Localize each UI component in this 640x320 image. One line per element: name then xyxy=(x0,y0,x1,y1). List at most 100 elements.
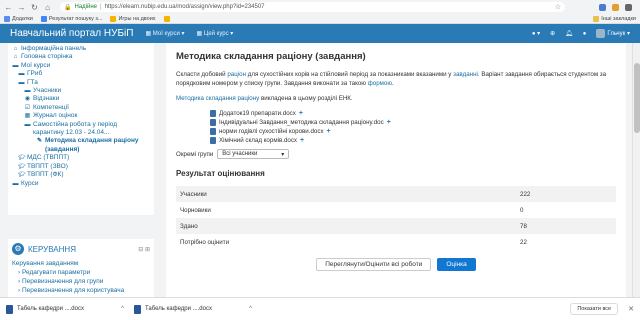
nav-my-courses[interactable]: ▬ Мої курси xyxy=(12,62,150,70)
main-content: Методика складання раціону (завдання) Ск… xyxy=(166,43,626,297)
bookmark-games[interactable]: Игры на двоих xyxy=(110,15,156,22)
nav-courses[interactable]: ▬ Курси xyxy=(12,180,150,188)
badge-icon: ◉ xyxy=(24,96,31,103)
nav-course-mds[interactable]: 🎓︎ МДС (ТВППТ) xyxy=(18,154,150,162)
folder-icon: ▬ xyxy=(12,62,19,69)
word-file-icon xyxy=(210,110,216,117)
groups-select[interactable]: Всі учасники ▾ xyxy=(217,149,290,159)
download-item[interactable]: Табель кафедри ....docx ^ xyxy=(134,304,252,314)
nav-competencies[interactable]: ☑ Компетенції xyxy=(24,104,150,112)
downloads-bar: Табель кафедри ....docx ^ Табель кафедри… xyxy=(0,297,640,320)
file-item[interactable]: Хімічний склад кормів.docx + xyxy=(210,136,616,145)
chevron-up-icon[interactable]: ^ xyxy=(121,306,124,312)
toggle-icon[interactable]: ● ▾ xyxy=(532,30,540,37)
view-all-submissions-button[interactable]: Переглянути/Оцінити всі роботи xyxy=(316,258,432,271)
nav-course-gta[interactable]: ▬ ГТа xyxy=(18,79,150,87)
plus-icon[interactable]: + xyxy=(299,109,303,118)
extension-icon[interactable] xyxy=(599,3,606,11)
extension-icon[interactable] xyxy=(612,3,619,11)
star-icon[interactable]: ☆ xyxy=(555,3,561,11)
site-navbar: Навчальний портал НУБіП ▦ Мої курси ▾ ▦ … xyxy=(0,24,640,43)
nav-grades[interactable]: ▦ Журнал оцінок xyxy=(24,112,150,120)
grades-icon: ▦ xyxy=(24,113,31,120)
nav-home[interactable]: ⌂ Головна сторінка xyxy=(12,53,150,61)
folder-icon: ▬ xyxy=(24,88,31,95)
file-item[interactable]: Індивідуальні Завдання_методика складанн… xyxy=(210,118,616,127)
search-icon[interactable]: ⊕ xyxy=(550,30,555,37)
groups-label: Окремі групи xyxy=(176,150,214,158)
grading-actions: Переглянути/Оцінити всі роботи Оцінка xyxy=(176,258,616,271)
administration-header: ⚙ КЕРУВАННЯ ⊟ ⊞ xyxy=(12,243,150,255)
bookmark-search[interactable]: Результат пошуку з... xyxy=(40,15,102,22)
bookmark-apps[interactable]: Додатки xyxy=(4,15,33,22)
gear-icon: ⚙ xyxy=(12,243,24,255)
plus-icon[interactable]: + xyxy=(327,127,331,136)
plus-icon[interactable]: + xyxy=(300,136,304,145)
word-file-icon xyxy=(6,304,13,314)
link-ration[interactable]: раціон xyxy=(227,71,246,78)
home-icon: ⌂ xyxy=(13,46,18,52)
folder-icon: ▬ xyxy=(18,79,25,86)
url-text: https://elearn.nubip.edu.ua/mod/assign/v… xyxy=(104,4,265,10)
link-method[interactable]: Методика складання раціону xyxy=(176,95,259,102)
bookmark-other[interactable]: Інші закладки xyxy=(593,15,636,22)
nav-course-grib[interactable]: ▬ ГРиб xyxy=(18,70,150,78)
administration-block: ⚙ КЕРУВАННЯ ⊟ ⊞ Керування завданням › Ре… xyxy=(8,239,154,297)
nav-course-tvppt-fk[interactable]: 🎓︎ ТВППТ (ФК) xyxy=(18,171,150,179)
grading-summary-table: Учасники 222 Чорновики 0 Здано 78 Потрібно … xyxy=(176,186,616,250)
chevron-down-icon: ▾ xyxy=(281,151,285,158)
close-icon[interactable]: ✕ xyxy=(628,305,634,313)
link-form[interactable]: формою xyxy=(368,80,392,87)
file-item[interactable]: Додаток19 препарати.docx + xyxy=(210,109,616,118)
site-title[interactable]: Навчальний портал НУБіП xyxy=(10,28,133,39)
grade-button[interactable]: Оцінка xyxy=(437,258,476,271)
check-icon: ☑ xyxy=(24,104,31,111)
link-task[interactable]: завданні xyxy=(453,71,478,78)
secure-label: Надійне xyxy=(74,4,97,10)
course-icon: 🎓︎ xyxy=(18,163,26,170)
reload-icon[interactable]: ↻ xyxy=(30,3,39,12)
show-all-downloads-button[interactable]: Показати все xyxy=(570,303,619,315)
back-icon[interactable]: ← xyxy=(4,3,13,12)
download-item[interactable]: Табель кафедри ....docx ^ xyxy=(6,304,124,314)
menu-my-courses[interactable]: ▦ Мої курси ▾ xyxy=(145,30,184,37)
notifications-icon[interactable]: 🔔︎ xyxy=(565,30,573,37)
folder-icon: ▬ xyxy=(24,121,31,128)
word-file-icon xyxy=(210,137,216,144)
home-icon: ⌂ xyxy=(13,54,18,61)
user-menu[interactable]: Гльчук ▾ xyxy=(596,29,630,38)
admin-item[interactable]: › Перевизначення для групи xyxy=(12,277,150,286)
admin-item[interactable]: › Перевизначення для користувача xyxy=(12,286,150,295)
admin-item[interactable]: › Редагувати параметри xyxy=(12,268,150,277)
scrollbar-thumb[interactable] xyxy=(634,63,640,133)
method-note: Методика складання раціону викладена в ц… xyxy=(176,95,353,102)
avatar xyxy=(596,29,606,38)
bookmarks-bar: Додатки Результат пошуку з... Игры на дв… xyxy=(0,14,640,24)
assignment-intro: Скласти добовий раціон для сухостійних к… xyxy=(176,71,607,87)
nav-section-quarantine[interactable]: ▬ Самостійна робота у період карантину 12… xyxy=(24,121,144,138)
plus-icon[interactable]: + xyxy=(387,118,391,127)
home-icon[interactable]: ⌂ xyxy=(43,3,52,12)
sidebar: ⌂ Інформаційна панель ⌂ Головна сторінка ▬… xyxy=(0,43,160,297)
messages-icon[interactable]: ● xyxy=(583,31,587,37)
assign-icon: ✎ xyxy=(36,138,43,145)
chevron-up-icon[interactable]: ^ xyxy=(249,306,252,312)
menu-this-course[interactable]: ▦ Цей курс ▾ xyxy=(197,30,234,37)
block-controls-icon[interactable]: ⊟ ⊞ xyxy=(138,246,150,253)
page-title: Методика складання раціону (завдання) xyxy=(176,51,366,62)
administration-title: КЕРУВАННЯ xyxy=(28,244,76,254)
table-row: Потрібно оцінити 22 xyxy=(180,238,527,246)
navigation-block: ⌂ Інформаційна панель ⌂ Головна сторінка ▬… xyxy=(8,43,154,215)
forward-icon[interactable]: → xyxy=(17,3,26,12)
bookmark-extra[interactable] xyxy=(163,15,170,22)
nav-course-tvppt-zvo[interactable]: 🎓︎ ТВППТ (ЗВО) xyxy=(18,163,150,171)
admin-item[interactable]: Керування завданням xyxy=(12,259,150,268)
nav-current-assignment[interactable]: ✎ Методика складання раціону (завдання) xyxy=(36,137,140,154)
address-bar[interactable]: 🔒 Надійне | https://elearn.nubip.edu.ua/… xyxy=(60,2,565,12)
file-item[interactable]: норми годівлі сухостійні корови.docx + xyxy=(210,127,616,136)
table-row: Здано 78 xyxy=(176,218,616,234)
scrollbar[interactable] xyxy=(632,43,640,297)
nav-badges[interactable]: ◉ Відзнаки xyxy=(24,95,150,103)
menu-icon[interactable] xyxy=(625,3,632,11)
grading-summary-title: Результат оцінювання xyxy=(176,169,265,178)
